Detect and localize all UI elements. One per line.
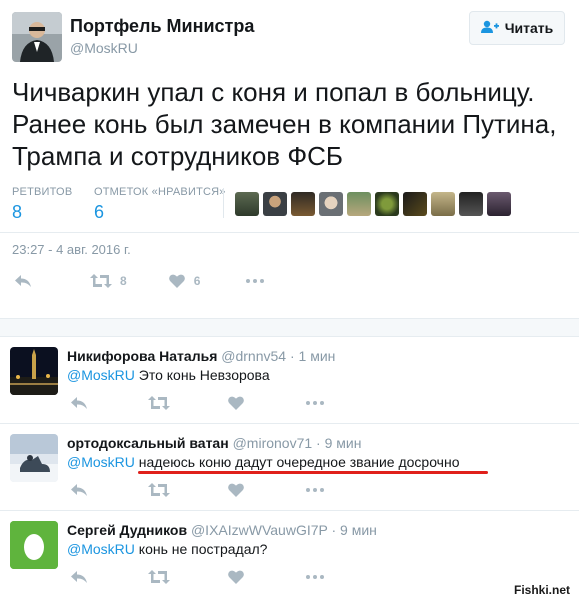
reply-icon — [70, 570, 88, 584]
reply-body: Это конь Невзорова — [138, 367, 270, 383]
follow-button[interactable]: Читать — [469, 11, 565, 45]
main-tweet: Портфель Министра @MoskRU Читать Чичварк… — [0, 0, 579, 318]
retweets-label: РЕТВИТОВ — [12, 186, 73, 198]
reply-button[interactable] — [70, 396, 88, 410]
reply-text: @MoskRU конь не пострадал? — [67, 541, 267, 557]
mention-link[interactable]: @MoskRU — [67, 454, 135, 470]
egg-avatar-icon[interactable] — [10, 521, 58, 569]
reply-time[interactable]: 9 мин — [325, 435, 362, 451]
reply-button[interactable] — [70, 570, 88, 584]
reply-body: надеюсь коню дадут очередное звание доср… — [138, 454, 460, 470]
reply-author-handle[interactable]: @IXAIzwWVauwGI7P — [191, 522, 328, 538]
reply-text: @MoskRU Это конь Невзорова — [67, 367, 270, 383]
reply-action-bar — [70, 483, 324, 497]
person-plus-icon — [480, 20, 499, 37]
liker-avatar[interactable] — [291, 192, 315, 216]
more-button[interactable] — [306, 401, 324, 405]
mention-link[interactable]: @MoskRU — [67, 367, 135, 383]
reply-header: ортодоксальный ватан @mironov71 · 9 мин — [67, 435, 362, 451]
watermark: Fishki.net — [514, 583, 571, 597]
like-count: 6 — [193, 274, 201, 288]
heart-icon — [168, 274, 185, 288]
liker-avatar[interactable] — [431, 192, 455, 216]
like-button[interactable] — [228, 483, 244, 497]
retweets-stat[interactable]: РЕТВИТОВ 8 — [12, 186, 72, 223]
reply-author-handle[interactable]: @drnnv54 — [221, 348, 286, 364]
reply-action-bar — [70, 570, 324, 584]
reply-author-name[interactable]: ортодоксальный ватан — [67, 435, 229, 451]
section-gap — [0, 318, 579, 336]
reply-header: Сергей Дудников @IXAIzwWVauwGI7P · 9 мин — [67, 522, 377, 538]
reply-icon — [70, 396, 88, 410]
liker-avatar[interactable] — [263, 192, 287, 216]
tweet-timestamp[interactable]: 23:27 - 4 авг. 2016 г. — [12, 242, 131, 257]
red-highlight-underline — [138, 471, 488, 474]
reply-time[interactable]: 9 мин — [340, 522, 377, 538]
liker-avatar[interactable] — [347, 192, 371, 216]
reply-icon — [70, 483, 88, 497]
more-button[interactable] — [306, 488, 324, 492]
retweet-button[interactable]: 8 — [90, 274, 127, 288]
liker-avatars — [235, 192, 511, 216]
like-button[interactable] — [228, 396, 244, 410]
like-button[interactable] — [228, 570, 244, 584]
author-name[interactable]: Портфель Министра — [70, 16, 254, 37]
likes-stat[interactable]: ОТМЕТОК «НРАВИТСЯ» 6 — [94, 186, 226, 223]
heart-icon — [228, 570, 244, 584]
reply-action-bar — [70, 396, 324, 410]
liker-avatar[interactable] — [319, 192, 343, 216]
tweet-text: Чичваркин упал с коня и попал в больницу… — [12, 77, 557, 171]
retweet-icon — [148, 396, 170, 410]
reply-time[interactable]: 1 мин — [299, 348, 336, 364]
more-button[interactable] — [306, 575, 324, 579]
liker-avatar[interactable] — [487, 192, 511, 216]
retweet-icon — [148, 570, 170, 584]
reply-avatar[interactable] — [10, 434, 58, 482]
retweet-button[interactable] — [148, 396, 170, 410]
retweet-button[interactable] — [148, 483, 170, 497]
retweet-icon — [148, 483, 170, 497]
divider — [0, 336, 579, 337]
follow-label: Читать — [504, 20, 554, 36]
divider — [0, 318, 579, 319]
liker-avatar[interactable] — [235, 192, 259, 216]
like-button[interactable]: 6 — [168, 274, 201, 288]
reply-header: Никифорова Наталья @drnnv54 · 1 мин — [67, 348, 336, 364]
reply-button[interactable] — [70, 483, 88, 497]
likes-count: 6 — [94, 202, 105, 222]
main-action-bar: 8 6 — [14, 274, 265, 288]
more-icon — [306, 488, 324, 492]
reply-author-name[interactable]: Никифорова Наталья — [67, 348, 217, 364]
reply-author-name[interactable]: Сергей Дудников — [67, 522, 187, 538]
author-handle[interactable]: @MoskRU — [70, 40, 138, 56]
more-icon — [306, 401, 324, 405]
liker-avatar[interactable] — [403, 192, 427, 216]
reply-button[interactable] — [14, 274, 32, 288]
divider — [0, 232, 579, 233]
retweet-count: 8 — [120, 274, 127, 288]
retweet-button[interactable] — [148, 570, 170, 584]
divider — [0, 510, 579, 511]
reply-icon — [14, 274, 32, 288]
heart-icon — [228, 396, 244, 410]
divider — [0, 423, 579, 424]
reply-author-handle[interactable]: @mironov71 — [233, 435, 313, 451]
more-button[interactable] — [246, 279, 265, 283]
reply-text: @MoskRU надеюсь коню дадут очередное зва… — [67, 454, 459, 470]
main-avatar[interactable] — [12, 12, 62, 62]
liker-avatar[interactable] — [459, 192, 483, 216]
liker-avatar[interactable] — [375, 192, 399, 216]
mention-link[interactable]: @MoskRU — [67, 541, 135, 557]
heart-icon — [228, 483, 244, 497]
likes-label: ОТМЕТОК «НРАВИТСЯ» — [94, 186, 226, 198]
retweet-icon — [90, 274, 112, 288]
stat-divider — [223, 188, 224, 218]
reply-avatar[interactable] — [10, 347, 58, 395]
more-icon — [246, 279, 265, 283]
more-icon — [306, 575, 324, 579]
retweets-count: 8 — [12, 202, 23, 222]
reply-body: конь не пострадал? — [138, 541, 268, 557]
